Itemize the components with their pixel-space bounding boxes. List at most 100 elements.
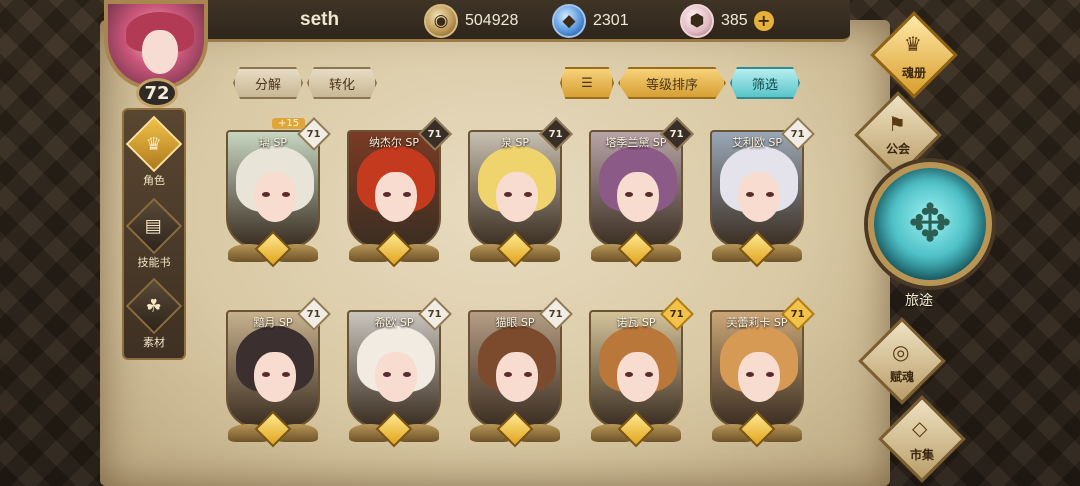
journey-label: 旅途 [905, 293, 933, 309]
creature-icon: ☘ [125, 277, 183, 335]
character-card[interactable]: 艾利欧 SP 71 [706, 117, 815, 274]
sort-order-button[interactable]: ☰ [560, 67, 614, 99]
avatar[interactable] [104, 0, 208, 90]
tab-label: 素材 [143, 336, 165, 349]
gold-coin-icon: ◉ [424, 4, 458, 38]
gem-value: 385 [721, 12, 748, 29]
journey-emblem-icon: ✥ [908, 194, 952, 254]
portrait-eye [383, 372, 391, 377]
character-card[interactable]: 纳杰尔 SP 71 [343, 117, 452, 274]
sort-level-button[interactable]: 等级排序 [618, 67, 726, 99]
guild-button[interactable]: ⚑ 公会 [852, 91, 944, 179]
portrait-eye [383, 192, 391, 197]
soul-book-button[interactable]: ♛ 魂册 [868, 11, 960, 99]
portrait-face [254, 352, 296, 402]
rarity-crest-icon [228, 410, 318, 452]
soul-book-label: 魂册 [902, 66, 927, 80]
portrait-face [617, 172, 659, 222]
gold-value: 504928 [465, 12, 519, 29]
portrait-face [496, 172, 538, 222]
rarity-crest-icon [349, 230, 439, 272]
character-level: 71 [307, 128, 321, 140]
pink-gem-icon: ⬢ [680, 4, 714, 38]
soul-grant-button[interactable]: ◎ 赋魂 [856, 317, 948, 405]
tab-label: 技能书 [137, 256, 171, 269]
character-level: 71 [791, 128, 805, 140]
tab-skill-books[interactable]: ▤ 技能书 [124, 197, 184, 276]
character-level: 71 [428, 128, 442, 140]
crystal-currency[interactable]: ◆ 2301 [552, 4, 629, 38]
add-gem-button[interactable]: + [753, 11, 774, 31]
rarity-crest-icon [470, 410, 560, 452]
character-card[interactable]: 泉 SP 71 [464, 117, 573, 274]
portrait-eye [746, 372, 754, 377]
journey-button[interactable]: ✥ [868, 162, 992, 286]
character-card[interactable]: 希欧 SP 71 [343, 297, 452, 454]
filter-button[interactable]: 筛选 [730, 67, 800, 99]
portrait-face [375, 352, 417, 402]
character-level: 71 [307, 308, 321, 320]
portrait-eye [403, 372, 411, 377]
guild-icon: ⚑ [888, 112, 906, 136]
character-card[interactable]: 芙蕾莉卡 SP 71 [706, 297, 815, 454]
character-card[interactable]: 诺瓦 SP 71 [585, 297, 694, 454]
rarity-crest-icon [591, 410, 681, 452]
rarity-crest-icon [712, 410, 802, 452]
portrait-eye [282, 372, 290, 377]
character-level: 71 [549, 308, 563, 320]
character-card[interactable]: 塔季兰黛 SP 71 [585, 117, 694, 274]
sort-lines-icon: ☰ [581, 75, 593, 91]
character-level: 71 [670, 308, 684, 320]
character-card[interactable]: 黯月 SP 71 [222, 297, 331, 454]
portrait-eye [625, 372, 633, 377]
decompose-button[interactable]: 分解 [233, 67, 303, 99]
convert-button[interactable]: 转化 [307, 67, 377, 99]
portrait-face [617, 352, 659, 402]
market-button[interactable]: ◇ 市集 [876, 395, 968, 483]
tab-label: 角色 [143, 174, 165, 187]
portrait-eye [262, 372, 270, 377]
tab-materials[interactable]: ☘ 素材 [124, 277, 184, 356]
blue-crystal-icon: ◆ [552, 4, 586, 38]
helmet-icon: ♛ [125, 115, 183, 173]
soul-grant-label: 赋魂 [890, 370, 915, 384]
rarity-crest-icon [349, 410, 439, 452]
player-avatar-frame[interactable]: 72 [98, 0, 216, 110]
rarity-crest-icon [470, 230, 560, 272]
portrait-eye [262, 192, 270, 197]
portrait-eye [504, 192, 512, 197]
portrait-eye [645, 192, 653, 197]
character-level: 71 [670, 128, 684, 140]
gold-currency[interactable]: ◉ 504928 [424, 4, 518, 38]
guild-label: 公会 [886, 142, 911, 156]
swirl-icon: ◎ [892, 340, 910, 364]
portrait-eye [625, 192, 633, 197]
portrait-eye [524, 372, 532, 377]
rarity-crest-icon [591, 230, 681, 272]
portrait-eye [282, 192, 290, 197]
gem-icon: ◇ [912, 416, 928, 440]
character-card[interactable]: 猫眼 SP 71 [464, 297, 573, 454]
portrait-eye [766, 372, 774, 377]
rarity-crest-icon [712, 230, 802, 272]
portrait-face [738, 352, 780, 402]
player-name: seth [300, 9, 340, 30]
portrait-face [375, 172, 417, 222]
character-level: 71 [791, 308, 805, 320]
player-level-badge: 72 [136, 78, 178, 108]
portrait-face [496, 352, 538, 402]
portrait-eye [746, 192, 754, 197]
portrait-face [738, 172, 780, 222]
portrait-face [254, 172, 296, 222]
left-category-rail: ♛ 角色 ▤ 技能书 ☘ 素材 [122, 108, 186, 360]
portrait-eye [766, 192, 774, 197]
portrait-eye [504, 372, 512, 377]
portrait-eye [645, 372, 653, 377]
character-card[interactable]: 璃 SP 71 +15 [222, 117, 331, 274]
crystal-value: 2301 [593, 12, 629, 29]
character-level: 71 [428, 308, 442, 320]
character-level: 71 [549, 128, 563, 140]
bonus-badge: +15 [272, 118, 306, 129]
tab-characters[interactable]: ♛ 角色 [124, 115, 184, 194]
gem-currency[interactable]: ⬢ 385 + [680, 4, 774, 38]
